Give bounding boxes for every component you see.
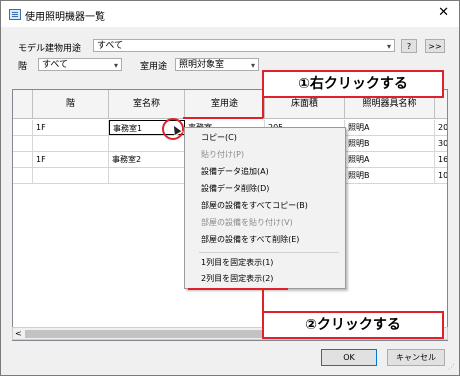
cell-fixture-name[interactable]: 照明A	[345, 152, 435, 167]
app-icon	[9, 9, 21, 20]
step2-callout: ②クリックする	[262, 311, 444, 339]
cell-count[interactable]: 30	[435, 136, 447, 151]
row-header[interactable]	[13, 152, 33, 167]
menu-item-copy-room-equipment[interactable]: 部屋の設備をすべてコピー(B)	[201, 200, 308, 212]
row-header[interactable]	[13, 120, 33, 135]
scroll-left-icon[interactable]: <	[15, 328, 22, 339]
cell-floor[interactable]	[33, 136, 109, 151]
floor-select[interactable]: すべて ▾	[38, 58, 122, 71]
cell-fixture-name[interactable]: 照明A	[345, 120, 435, 135]
callout-connector	[188, 288, 288, 290]
menu-item-delete-equipment[interactable]: 設備データ削除(D)	[201, 183, 269, 195]
cell-fixture-name[interactable]: 照明B	[345, 168, 435, 183]
room-use-value: 照明対象室	[179, 60, 225, 70]
ok-button[interactable]: OK	[321, 349, 377, 366]
resize-grip-icon[interactable]: ⋰	[448, 363, 455, 371]
room-use-select[interactable]: 照明対象室 ▾	[175, 58, 259, 71]
cancel-button[interactable]: キャンセル	[387, 349, 445, 366]
building-use-select[interactable]: すべて ▾	[93, 39, 395, 52]
callout-connector	[262, 288, 264, 313]
room-use-label: 室用途	[140, 62, 168, 72]
chevron-down-icon: ▾	[113, 61, 118, 70]
menu-item-add-equipment[interactable]: 設備データ追加(A)	[201, 166, 269, 178]
floor-label: 階	[18, 62, 28, 72]
window-title: 使用照明機器一覧	[25, 12, 105, 23]
title-bar: 使用照明機器一覧 ✕	[1, 1, 459, 27]
close-icon[interactable]: ✕	[438, 5, 449, 20]
menu-item-paste[interactable]: 貼り付け(P)	[201, 149, 244, 161]
cell-floor[interactable]	[33, 168, 109, 183]
scrollbar-thumb[interactable]	[25, 330, 283, 338]
cell-room-name[interactable]: 事務室2	[109, 152, 185, 167]
column-header-floor[interactable]: 階	[33, 90, 109, 118]
column-header-room-use[interactable]: 室用途	[185, 90, 265, 118]
floor-value: すべて	[42, 60, 69, 70]
context-menu: コピー(C) 貼り付け(P) 設備データ追加(A) 設備データ削除(D) 部屋の…	[184, 127, 346, 289]
menu-item-delete-room-equipment[interactable]: 部屋の設備をすべて削除(E)	[201, 234, 299, 246]
building-use-label: モデル建物用途	[18, 44, 82, 54]
menu-item-copy[interactable]: コピー(C)	[201, 132, 237, 144]
menu-separator	[199, 252, 339, 253]
cell-fixture-name[interactable]: 照明B	[345, 136, 435, 151]
menu-item-freeze-col1[interactable]: 1列目を固定表示(1)	[201, 257, 273, 269]
building-use-value: すべて	[97, 41, 124, 51]
step1-callout: ①右クリックする	[262, 70, 444, 98]
column-header	[13, 90, 33, 118]
expand-button[interactable]: >>	[425, 39, 445, 53]
callout-connector	[183, 117, 263, 119]
column-header-room-name[interactable]: 室名称	[109, 90, 185, 118]
row-header[interactable]	[13, 168, 33, 183]
cell-room-name[interactable]	[109, 168, 185, 183]
chevron-down-icon: ▾	[386, 42, 391, 51]
help-button[interactable]: ?	[401, 39, 417, 53]
cell-count[interactable]: 10	[435, 168, 447, 183]
cell-floor[interactable]: 1F	[33, 120, 109, 135]
cell-count[interactable]: 16	[435, 152, 447, 167]
chevron-down-icon: ▾	[250, 61, 255, 70]
cell-floor[interactable]: 1F	[33, 152, 109, 167]
cell-count[interactable]: 20	[435, 120, 447, 135]
menu-item-paste-room-equipment[interactable]: 部屋の設備を貼り付け(V)	[201, 217, 293, 229]
row-header[interactable]	[13, 136, 33, 151]
menu-item-freeze-col2[interactable]: 2列目を固定表示(2)	[201, 273, 273, 285]
